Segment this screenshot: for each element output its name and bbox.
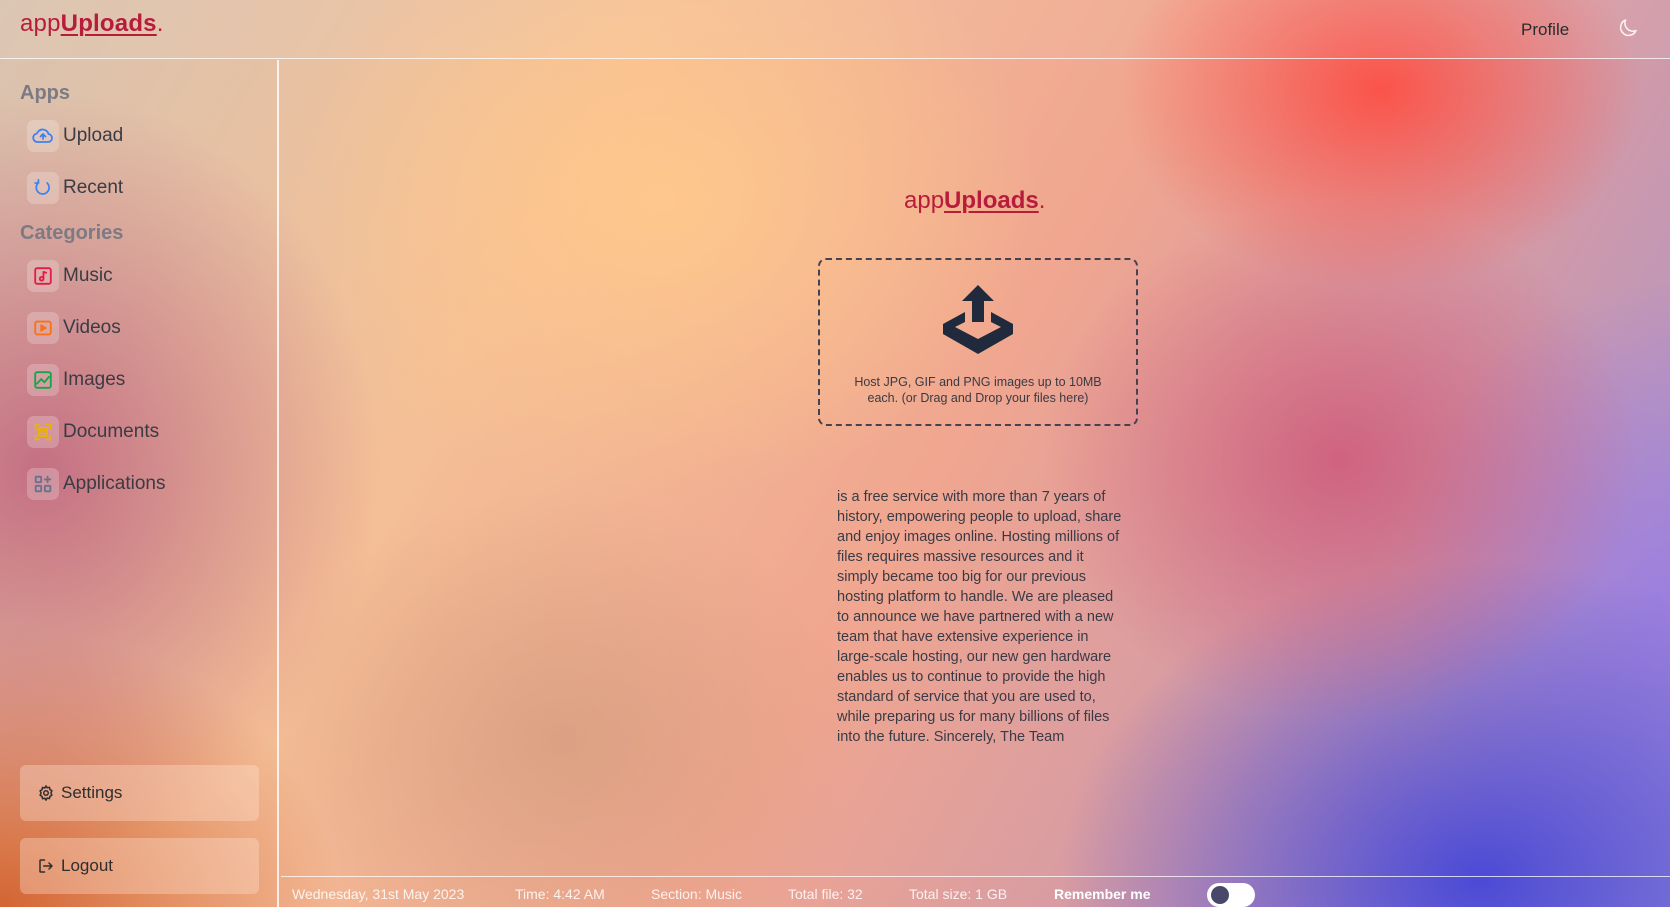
sidebar-item-label: Videos — [63, 317, 121, 338]
status-date: Wednesday, 31st May 2023 — [292, 886, 465, 902]
logo-strong: Uploads — [60, 10, 157, 37]
sidebar-item-documents[interactable]: Documents — [27, 414, 159, 450]
sidebar-item-upload[interactable]: Upload — [27, 118, 123, 154]
remember-me-toggle[interactable] — [1207, 883, 1255, 907]
refresh-icon — [27, 172, 59, 204]
upload-tray-icon — [943, 285, 1013, 354]
logo-suffix: . — [156, 10, 164, 37]
image-icon — [27, 364, 59, 396]
document-icon — [27, 416, 59, 448]
sidebar-item-label: Music — [63, 265, 113, 286]
logout-button[interactable]: Logout — [20, 838, 259, 894]
gear-icon — [39, 785, 53, 801]
apps-heading: Apps — [20, 82, 70, 104]
status-total-files: Total file: 32 — [788, 886, 863, 902]
sidebar-item-label: Documents — [63, 421, 160, 442]
music-icon — [27, 260, 59, 292]
sidebar-item-label: Upload — [63, 125, 124, 146]
logo-suffix: . — [1038, 187, 1046, 214]
sidebar-item-label: Images — [63, 369, 126, 390]
video-icon — [27, 312, 59, 344]
sidebar: Apps Upload Recent Categories Music Vide… — [0, 60, 279, 907]
about-text: is a free service with more than 7 years… — [837, 489, 1122, 745]
logo-prefix: app — [904, 187, 945, 214]
sidebar-item-videos[interactable]: Videos — [27, 310, 121, 346]
status-time: Time: 4:42 AM — [515, 886, 605, 902]
settings-button[interactable]: Settings — [20, 765, 259, 821]
remember-me-label: Remember me — [1054, 886, 1151, 902]
upload-dropzone[interactable]: Host JPG, GIF and PNG images up to 10MB … — [818, 258, 1138, 426]
logo-prefix: app — [20, 10, 61, 37]
logout-label: Logout — [61, 856, 113, 875]
toggle-knob — [1211, 886, 1229, 904]
status-section: Section: Music — [651, 886, 743, 902]
settings-label: Settings — [61, 783, 123, 802]
sidebar-item-recent[interactable]: Recent — [27, 170, 123, 206]
top-header: appUploads. Profile — [0, 0, 1670, 59]
status-total-size: Total size: 1 GB — [909, 886, 1008, 902]
main-logo: appUploads. — [904, 187, 1045, 215]
logo-strong: Uploads — [944, 187, 1039, 214]
logout-icon — [39, 859, 53, 873]
apps-grid-icon — [27, 468, 59, 500]
profile-link[interactable]: Profile — [1521, 20, 1569, 40]
sidebar-item-music[interactable]: Music — [27, 258, 113, 294]
moon-icon[interactable] — [1616, 16, 1640, 40]
window-edge — [1670, 0, 1680, 907]
cloud-upload-icon — [27, 120, 59, 152]
app-logo[interactable]: appUploads. — [20, 10, 164, 38]
status-bar: Wednesday, 31st May 2023 Time: 4:42 AM S… — [281, 876, 1670, 907]
sidebar-item-label: Applications — [63, 473, 166, 494]
dropzone-text: Host JPG, GIF and PNG images up to 10MB … — [854, 375, 1102, 405]
categories-heading: Categories — [20, 222, 124, 244]
sidebar-item-images[interactable]: Images — [27, 362, 125, 398]
sidebar-item-label: Recent — [63, 177, 124, 198]
sidebar-item-applications[interactable]: Applications — [27, 466, 165, 502]
